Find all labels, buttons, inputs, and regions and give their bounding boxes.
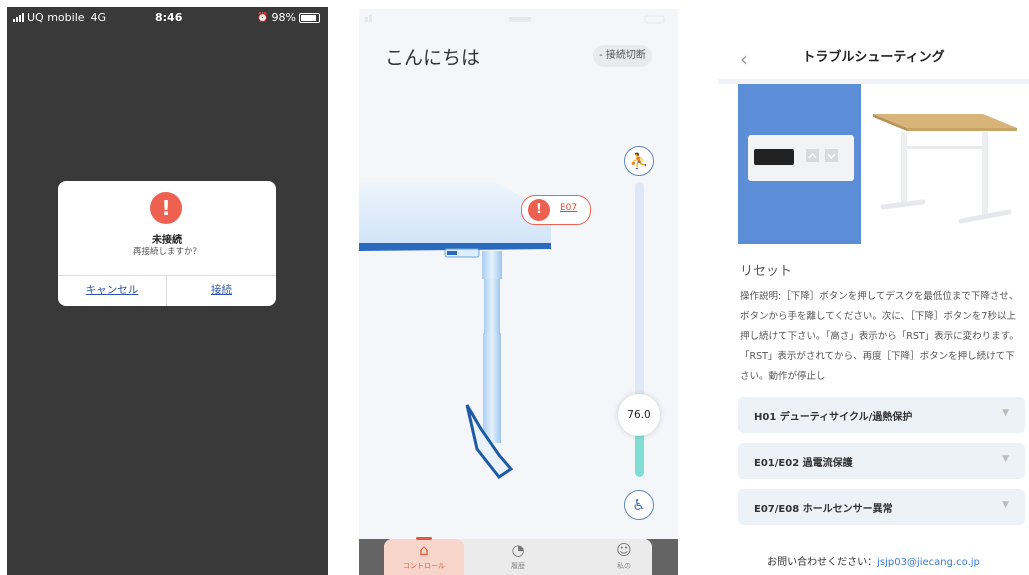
chart-icon: ◔ <box>511 541 525 559</box>
contact-email-link[interactable]: jsjp03@jiecang.co.jp <box>877 557 980 568</box>
alarm-icon: ⏰ <box>257 12 269 23</box>
network-type: 4G <box>90 11 107 24</box>
faq-item-h01[interactable]: H01 デューティサイクル/過熱保护 ▼ <box>738 397 1025 433</box>
faq-item-e07[interactable]: E07/E08 ホールセンサー異常 ▼ <box>738 489 1025 525</box>
disconnect-button[interactable]: - 接続切断 <box>593 45 652 67</box>
status-bar: UQ mobile 4G 8:46 ⏰ 98% <box>7 7 328 29</box>
phone-screen-troubleshooting: ‹ トラブルシューティング リセット 操作説明:［下降］ボタンを押してデスクを最… <box>718 35 1029 575</box>
cancel-button[interactable]: キャンセル <box>58 275 166 306</box>
section-title: リセット <box>740 264 793 279</box>
faq-label: H01 デューティサイクル/過熱保护 <box>754 412 913 423</box>
contact-line: お問い合わせください：jsjp03@jiecang.co.jp <box>718 553 1029 568</box>
tab-mine[interactable]: ☺ 私の <box>584 539 664 575</box>
faq-label: E07/E08 ホールセンサー異常 <box>754 504 893 515</box>
carrier-name: UQ mobile <box>27 11 85 24</box>
phone-screen-disconnected: UQ mobile 4G 8:46 ⏰ 98% ! 未接続 再接続しますか？ キ… <box>7 7 328 575</box>
desk-product-image <box>861 84 1022 244</box>
faded-status-bar <box>365 15 665 24</box>
error-indicator[interactable]: ! E07 <box>521 195 591 225</box>
status-bar <box>359 9 678 29</box>
sit-preset-icon[interactable]: ♿ <box>624 490 654 520</box>
faq-item-e01[interactable]: E01/E02 過電流保護 ▼ <box>738 443 1025 479</box>
reconnect-dialog: ! 未接続 再接続しますか？ キャンセル 接続 <box>58 181 276 306</box>
reset-instructions: 操作説明:［下降］ボタンを押してデスクを最低位まで下降させ、ボタンから手を離して… <box>740 291 1019 382</box>
tab-label-control: コントロール <box>403 562 445 570</box>
controller-image <box>738 84 861 244</box>
battery-icon <box>299 12 320 23</box>
chevron-down-icon: ▼ <box>1002 500 1009 510</box>
connect-button[interactable]: 接続 <box>167 275 276 306</box>
stand-preset-icon[interactable]: ⛹ <box>624 146 654 176</box>
chevron-down-icon: ▼ <box>1002 408 1009 418</box>
carrier-info: UQ mobile 4G <box>13 11 106 24</box>
battery-percent: 98% <box>271 11 296 24</box>
height-slider-knob[interactable]: 76.0 <box>618 394 660 436</box>
page-title: トラブルシューティング <box>802 50 945 65</box>
dialog-message: 再接続しますか？ <box>132 247 201 257</box>
active-tab-indicator <box>416 537 432 540</box>
battery-info: ⏰ 98% <box>257 11 320 24</box>
error-icon: ! <box>528 199 550 221</box>
smile-icon: ☺ <box>616 541 632 559</box>
home-icon: ⌂ <box>419 541 429 559</box>
status-time: 8:46 <box>155 11 183 24</box>
chevron-down-icon: ▼ <box>1002 454 1009 464</box>
tab-control[interactable]: ⌂ コントロール <box>384 537 464 575</box>
error-code[interactable]: E07 <box>560 203 577 213</box>
signal-icon <box>13 13 24 22</box>
faq-label: E01/E02 過電流保護 <box>754 458 853 469</box>
contact-label: お問い合わせください： <box>767 557 878 568</box>
exclamation-icon: ! <box>150 192 182 224</box>
tab-label-history: 履歴 <box>511 562 525 570</box>
phone-screen-control: こんにちは - 接続切断 ! E07 ⛹ 76.0 ♿ ⌂ コントロール ◔ 履… <box>359 9 678 575</box>
tab-history[interactable]: ◔ 履歴 <box>478 539 558 575</box>
dialog-title: 未接続 <box>152 235 182 246</box>
greeting: こんにちは <box>385 47 481 69</box>
tab-label-mine: 私の <box>617 562 631 570</box>
